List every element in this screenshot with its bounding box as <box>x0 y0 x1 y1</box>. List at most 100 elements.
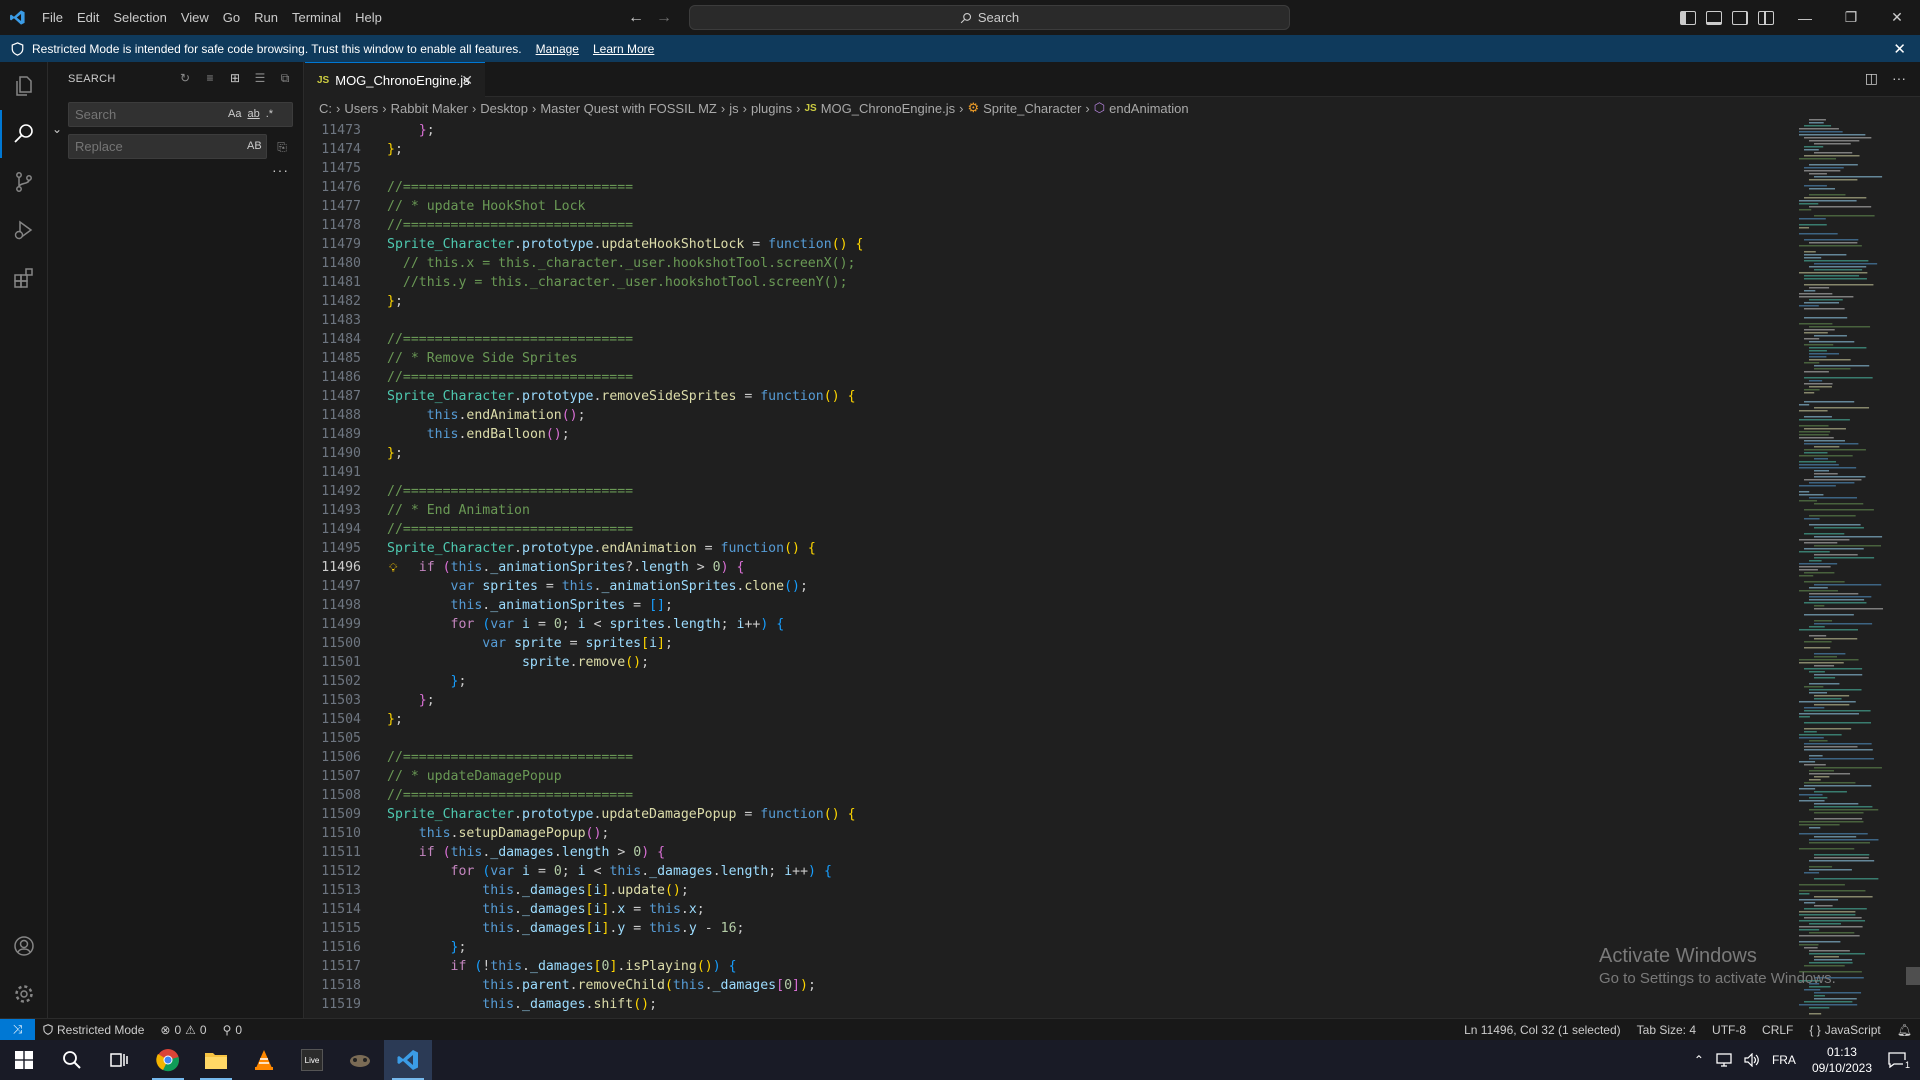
remote-indicator-icon[interactable]: ⤨ <box>0 1018 35 1041</box>
menu-selection[interactable]: Selection <box>106 0 173 35</box>
code-line[interactable]: 11516 }; <box>305 938 466 957</box>
match-case-toggle[interactable]: Aa <box>228 108 241 120</box>
restore-icon[interactable]: ❐ <box>1828 0 1874 35</box>
code-line[interactable]: 11503 }; <box>305 691 434 710</box>
clock[interactable]: 01:13 09/10/2023 <box>1802 1044 1882 1076</box>
manage-link[interactable]: Manage <box>536 42 579 56</box>
code-line[interactable]: 11478 //============================= <box>305 216 633 235</box>
breadcrumb-item[interactable]: C: <box>319 101 332 116</box>
run-debug-icon[interactable] <box>0 206 48 254</box>
code-line[interactable]: 11489 this.endBalloon(); <box>305 425 569 444</box>
preserve-case-toggle[interactable]: AB <box>247 140 262 152</box>
learn-more-link[interactable]: Learn More <box>593 42 654 56</box>
breadcrumb-item[interactable]: Rabbit Maker <box>391 101 468 116</box>
code-line[interactable]: 11494 //============================= <box>305 520 633 539</box>
code-line[interactable]: 11474}; <box>305 140 403 159</box>
code-line[interactable]: 11507 // * updateDamagePopup <box>305 767 561 786</box>
ableton-live-icon[interactable]: Live <box>288 1040 336 1080</box>
breadcrumb-item[interactable]: js <box>729 101 738 116</box>
toggle-replace-chevron-icon[interactable]: ⌄ <box>52 122 66 136</box>
code-line[interactable]: 11483 <box>305 311 361 330</box>
menu-terminal[interactable]: Terminal <box>285 0 348 35</box>
close-tab-icon[interactable]: ✕ <box>461 72 473 89</box>
breadcrumb-item[interactable]: Users <box>344 101 378 116</box>
manage-gear-icon[interactable] <box>0 970 48 1018</box>
more-options-icon[interactable]: ··· <box>272 162 289 178</box>
code-line[interactable]: 11497 var sprites = this._animationSprit… <box>305 577 808 596</box>
code-line[interactable]: 11502 }; <box>305 672 466 691</box>
code-line[interactable]: 11477 // * update HookShot Lock <box>305 197 585 216</box>
code-line[interactable]: 11499 for (var i = 0; i < sprites.length… <box>305 615 784 634</box>
more-actions-icon[interactable]: ··· <box>1892 70 1906 87</box>
forward-arrow-icon[interactable]: → <box>656 9 672 27</box>
source-control-icon[interactable] <box>0 158 48 206</box>
action-center-icon[interactable]: 1 <box>1882 1052 1920 1070</box>
code-line[interactable]: 11473 }; <box>305 121 434 140</box>
code-line[interactable]: 11519 this._damages.shift(); <box>305 995 657 1014</box>
encoding[interactable]: UTF-8 <box>1704 1023 1754 1037</box>
minimap[interactable] <box>1795 119 1920 1018</box>
code-line[interactable]: 11513 this._damages[i].update(); <box>305 881 689 900</box>
code-line[interactable]: 11488 this.endAnimation(); <box>305 406 585 425</box>
extensions-icon[interactable] <box>0 254 48 302</box>
code-line[interactable]: 11491 <box>305 463 361 482</box>
menu-view[interactable]: View <box>174 0 216 35</box>
code-line[interactable]: 11498 this._animationSprites = []; <box>305 596 673 615</box>
breadcrumb-item[interactable]: Sprite_Character <box>983 101 1081 116</box>
breadcrumb-item[interactable]: Master Quest with FOSSIL MZ <box>540 101 717 116</box>
code-line[interactable]: 11505 <box>305 729 361 748</box>
code-line[interactable]: 11490}; <box>305 444 403 463</box>
view-as-tree-icon[interactable]: ☰ <box>252 70 268 86</box>
code-line[interactable]: 11496 if (this._animationSprites?.length… <box>305 558 744 577</box>
code-line[interactable]: 11500 var sprite = sprites[i]; <box>305 634 673 653</box>
breadcrumb-item[interactable]: plugins <box>751 101 792 116</box>
code-editor[interactable]: 11473 }; 11474}; 11475 11476//=============… <box>305 119 1920 1018</box>
new-search-editor-icon[interactable]: ⊞ <box>227 70 243 86</box>
customize-layout-icon[interactable] <box>1758 10 1774 25</box>
code-line[interactable]: 11509 Sprite_Character.prototype.updateDa… <box>305 805 855 824</box>
back-arrow-icon[interactable]: ← <box>628 9 644 27</box>
split-editor-icon[interactable]: ◫ <box>1865 70 1878 87</box>
cursor-position[interactable]: Ln 11496, Col 32 (1 selected) <box>1456 1023 1629 1037</box>
code-line[interactable]: 11481 //this.y = this._character._user.h… <box>305 273 847 292</box>
tab-mog-chronoengine[interactable]: JS MOG_ChronoEngine.js ✕ <box>305 62 485 97</box>
code-line[interactable]: 11479 Sprite_Character.prototype.updateHo… <box>305 235 863 254</box>
code-line[interactable]: 11515 this._damages[i].y = this.y - 16; <box>305 919 744 938</box>
input-language[interactable]: FRA <box>1766 1053 1802 1067</box>
menu-run[interactable]: Run <box>247 0 285 35</box>
menu-help[interactable]: Help <box>348 0 389 35</box>
code-line[interactable]: 11517 if (!this._damages[0].isPlaying())… <box>305 957 736 976</box>
lightbulb-icon[interactable]: 💡︎ <box>389 559 397 578</box>
accounts-icon[interactable] <box>0 922 48 970</box>
code-line[interactable]: 11495 Sprite_Character.prototype.endAnima… <box>305 539 816 558</box>
network-icon[interactable] <box>1710 1053 1738 1067</box>
tab-size[interactable]: Tab Size: 4 <box>1629 1023 1704 1037</box>
task-view-icon[interactable] <box>96 1040 144 1080</box>
menu-file[interactable]: File <box>35 0 70 35</box>
code-line[interactable]: 11482}; <box>305 292 403 311</box>
code-line[interactable]: 11504}; <box>305 710 403 729</box>
code-line[interactable]: 11511 if (this._damages.length > 0) { <box>305 843 665 862</box>
ports-status[interactable]: ⚲ 0 <box>215 1023 250 1037</box>
toggle-panel-icon[interactable] <box>1706 10 1722 25</box>
code-line[interactable]: 11480 // this.x = this._character._user.… <box>305 254 855 273</box>
code-line[interactable]: 11487 Sprite_Character.prototype.removeSi… <box>305 387 855 406</box>
code-line[interactable]: 11501 sprite.remove(); <box>305 653 649 672</box>
code-line[interactable]: 11510 this.setupDamagePopup(); <box>305 824 609 843</box>
menu-edit[interactable]: Edit <box>70 0 106 35</box>
code-line[interactable]: 11514 this._damages[i].x = this.x; <box>305 900 704 919</box>
toggle-secondary-sidebar-icon[interactable] <box>1732 10 1748 25</box>
menu-go[interactable]: Go <box>216 0 247 35</box>
close-window-icon[interactable]: ✕ <box>1874 0 1920 35</box>
vscode-taskbar-icon[interactable] <box>384 1040 432 1080</box>
show-hidden-icons-icon[interactable]: ⌃ <box>1688 1053 1710 1067</box>
code-line[interactable]: 11476 //============================= <box>305 178 633 197</box>
clear-results-icon[interactable]: ≡ <box>202 70 218 86</box>
code-line[interactable]: 11486 //============================= <box>305 368 633 387</box>
windows-start-icon[interactable] <box>0 1040 48 1080</box>
breadcrumb-item[interactable]: Desktop <box>480 101 528 116</box>
breadcrumb-item[interactable]: MOG_ChronoEngine.js <box>821 101 955 116</box>
breadcrumb-item[interactable]: endAnimation <box>1109 101 1189 116</box>
language-mode[interactable]: { } JavaScript <box>1801 1023 1888 1037</box>
command-center-search[interactable]: Search <box>689 5 1290 30</box>
